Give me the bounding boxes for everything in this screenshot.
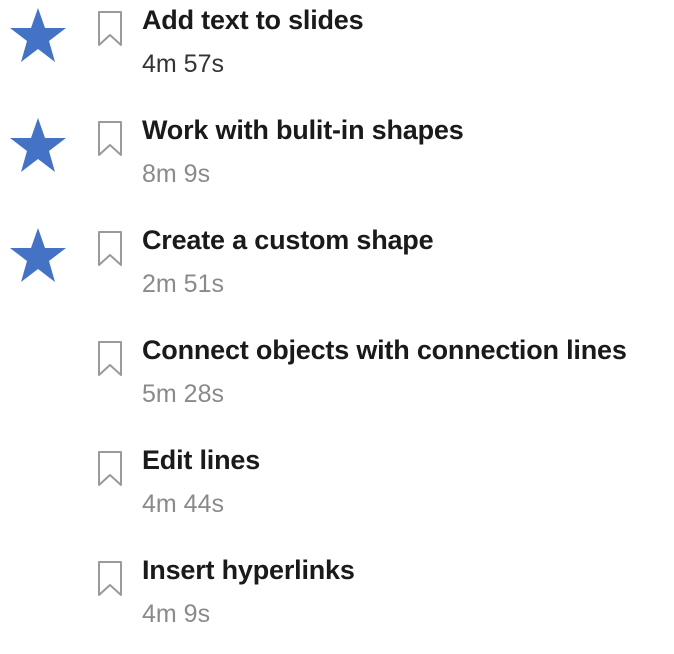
bookmark-icon[interactable] [96, 340, 124, 378]
list-item[interactable]: Add text to slides 4m 57s [0, 0, 674, 104]
star-icon [10, 118, 66, 172]
bookmark-icon[interactable] [96, 560, 124, 598]
video-duration: 2m 51s [142, 270, 224, 298]
video-duration: 4m 44s [142, 490, 224, 518]
video-duration: 8m 9s [142, 160, 211, 188]
star-icon [10, 228, 66, 282]
bookmark-icon[interactable] [96, 120, 124, 158]
video-duration: 4m 9s [142, 600, 211, 628]
video-title[interactable]: Connect objects with connection lines [142, 335, 627, 366]
bookmark-icon[interactable] [96, 10, 124, 48]
list-item[interactable]: Connect objects with connection lines 5m… [0, 330, 674, 434]
list-item[interactable]: Work with bulit-in shapes 8m 9s [0, 110, 674, 214]
list-item[interactable]: Edit lines 4m 44s [0, 440, 674, 544]
video-title[interactable]: Work with bulit-in shapes [142, 115, 464, 146]
video-duration: 5m 28s [142, 380, 224, 408]
star-icon [10, 8, 66, 62]
video-duration: 4m 57s [142, 50, 224, 78]
video-title[interactable]: Edit lines [142, 445, 260, 476]
list-item[interactable]: Insert hyperlinks 4m 9s [0, 550, 674, 654]
video-title[interactable]: Create a custom shape [142, 225, 434, 256]
video-title[interactable]: Insert hyperlinks [142, 555, 355, 586]
list-item[interactable]: Create a custom shape 2m 51s [0, 220, 674, 324]
bookmark-icon[interactable] [96, 450, 124, 488]
bookmark-icon[interactable] [96, 230, 124, 268]
video-title[interactable]: Add text to slides [142, 5, 364, 36]
